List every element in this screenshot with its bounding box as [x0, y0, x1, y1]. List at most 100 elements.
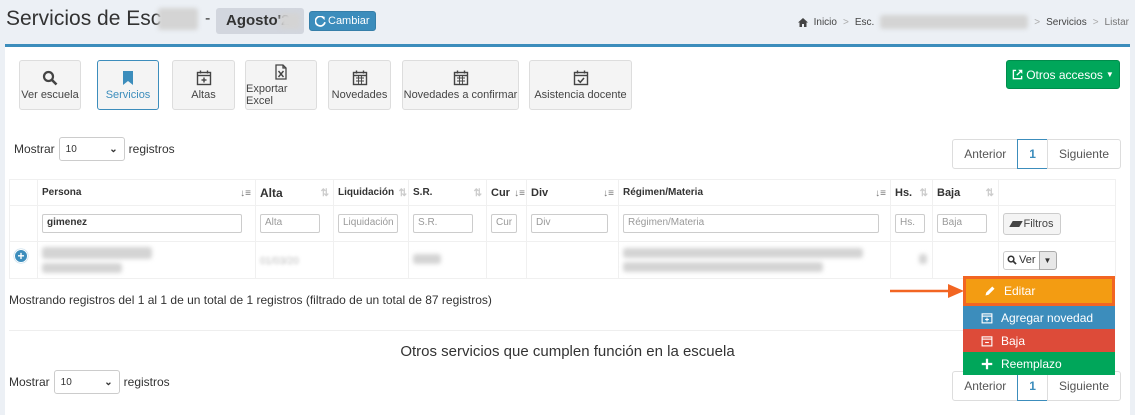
sort-icon: ↓≡ [514, 188, 525, 199]
breadcrumb-school[interactable]: Esc. [855, 17, 874, 28]
baja-label: Baja [1001, 333, 1026, 348]
caret-down-icon: ▼ [1043, 255, 1052, 265]
page-length-control-2: Mostrar 10 ⌄ registros [9, 370, 170, 394]
persona-cell [37, 241, 256, 279]
page-1-button[interactable]: 1 [1017, 139, 1048, 169]
column-header-div[interactable]: Div ↓≡ [526, 179, 619, 206]
column-label: Liquidación [338, 187, 395, 198]
page-title: Servicios de Esc. [6, 7, 168, 30]
sort-icon: ↓≡ [875, 188, 886, 199]
alta-date: 01/03/20 [260, 256, 299, 267]
breadcrumb-section[interactable]: Servicios [1046, 17, 1087, 28]
export-excel-button[interactable]: Exportar Excel [245, 60, 317, 110]
cur-filter-input[interactable]: Cur [491, 214, 517, 233]
column-header-baja[interactable]: Baja ⇅ [932, 179, 999, 206]
breadcrumb: Inicio > Esc. > Servicios > Listar [797, 15, 1129, 29]
add-novelty-menu-item[interactable]: Agregar novedad [963, 306, 1115, 329]
next-page-button[interactable]: Siguiente [1046, 371, 1121, 401]
breadcrumb-home[interactable]: Inicio [814, 17, 837, 28]
filter-cell: S.R. [408, 205, 487, 242]
calendar-plus-icon [196, 70, 211, 85]
prev-page-button[interactable]: Anterior [952, 371, 1019, 401]
filter-cell: Div [526, 205, 619, 242]
div-filter-input[interactable]: Div [531, 214, 608, 233]
prev-page-button[interactable]: Anterior [952, 139, 1019, 169]
filter-cell: gimenez [37, 205, 256, 242]
external-link-icon [1012, 69, 1023, 80]
breadcrumb-separator: > [842, 16, 849, 28]
column-header-persona[interactable]: Persona ↓≡ [37, 179, 256, 206]
calendar-minus-icon [981, 335, 993, 346]
altas-button[interactable]: Altas [172, 60, 235, 110]
column-header-hs[interactable]: Hs. ⇅ [890, 179, 933, 206]
other-access-button[interactable]: Otros accesos ▼ [1006, 60, 1120, 89]
baja-menu-item[interactable]: Baja [963, 329, 1115, 352]
breadcrumb-current: Listar [1104, 16, 1129, 28]
redacted-person-id [42, 263, 122, 273]
filter-cell-empty [9, 205, 38, 242]
filters-button[interactable]: Filtros [1003, 212, 1061, 235]
actions-dropdown-toggle[interactable]: ▼ [1038, 250, 1057, 270]
sr-filter-input[interactable]: S.R. [413, 214, 473, 233]
services-table: Persona ↓≡ Alta ⇅ Liquidación ⇅ S.R. ⇅ Cur ↓≡… [9, 179, 1116, 279]
home-icon [797, 17, 808, 27]
column-header-expand [9, 179, 38, 206]
alta-filter-input[interactable]: Alta [260, 214, 320, 233]
change-period-button[interactable]: Cambiar [309, 11, 376, 31]
actions-cell: Ver ▼ [998, 241, 1116, 279]
expand-row-button[interactable]: + [14, 249, 28, 263]
liquidacion-filter-input[interactable]: Liquidación [338, 214, 398, 233]
sort-icon: ⇅ [919, 188, 928, 199]
column-header-liquidacion[interactable]: Liquidación ⇅ [333, 179, 409, 206]
div-cell [526, 241, 619, 279]
replacement-label: Reemplazo [1001, 356, 1062, 371]
page-1-button[interactable]: 1 [1017, 371, 1048, 401]
chevron-down-icon: ⌄ [104, 376, 113, 388]
redacted-school-number [158, 8, 198, 30]
column-header-regimen[interactable]: Régimen/Materia ↓≡ [618, 179, 891, 206]
column-header-cur[interactable]: Cur ↓≡ [486, 179, 527, 206]
filter-cell: Filtros [998, 205, 1116, 242]
sort-icon: ⇅ [985, 188, 994, 199]
edit-label: Editar [1004, 284, 1036, 298]
column-header-alta[interactable]: Alta ⇅ [255, 179, 334, 206]
persona-filter-input[interactable]: gimenez [42, 214, 242, 233]
period-badge: Agosto'2 [216, 8, 304, 34]
filter-cell: Baja [932, 205, 999, 242]
page-length-select[interactable]: 10 ⌄ [58, 137, 125, 161]
refresh-icon [315, 15, 326, 27]
novedades-label: Novedades [331, 88, 388, 101]
cur-cell [486, 241, 527, 279]
novedades-button[interactable]: Novedades [328, 60, 391, 110]
calendar-icon [453, 70, 468, 85]
column-header-actions [998, 179, 1116, 206]
next-page-button[interactable]: Siguiente [1046, 139, 1121, 169]
column-header-sr[interactable]: S.R. ⇅ [408, 179, 487, 206]
sort-icon: ⇅ [473, 188, 482, 199]
view-label: Ver [1019, 254, 1036, 266]
view-school-button[interactable]: Ver escuela [19, 60, 81, 110]
hs-filter-input[interactable]: Hs. [895, 214, 925, 233]
page-length-select-2[interactable]: 10 ⌄ [53, 370, 120, 394]
view-button[interactable]: Ver [1003, 250, 1040, 270]
services-button[interactable]: Servicios [97, 60, 159, 110]
column-label: Régimen/Materia [623, 187, 704, 198]
page-length-value: 10 [65, 143, 77, 155]
redacted-sr [413, 254, 441, 264]
caret-down-icon: ▼ [1105, 70, 1114, 79]
bookmark-icon [123, 70, 133, 85]
replacement-menu-item[interactable]: Reemplazo [963, 352, 1115, 375]
teacher-attendance-button[interactable]: Asistencia docente [529, 60, 632, 110]
filter-cell: Hs. [890, 205, 933, 242]
filter-cell: Régimen/Materia [618, 205, 891, 242]
row-actions-menu: Editar Agregar novedad Baja Reemplazo [963, 276, 1115, 375]
novedades-to-confirm-button[interactable]: Novedades a confirmar [402, 60, 519, 110]
pencil-icon [985, 286, 995, 296]
calendar-check-icon [573, 70, 588, 85]
sr-cell [408, 241, 487, 279]
edit-menu-item[interactable]: Editar [963, 276, 1115, 306]
breadcrumb-separator: > [1034, 16, 1041, 28]
regimen-filter-input[interactable]: Régimen/Materia [623, 214, 879, 233]
baja-filter-input[interactable]: Baja [937, 214, 987, 233]
length-suffix: registros [123, 375, 170, 389]
